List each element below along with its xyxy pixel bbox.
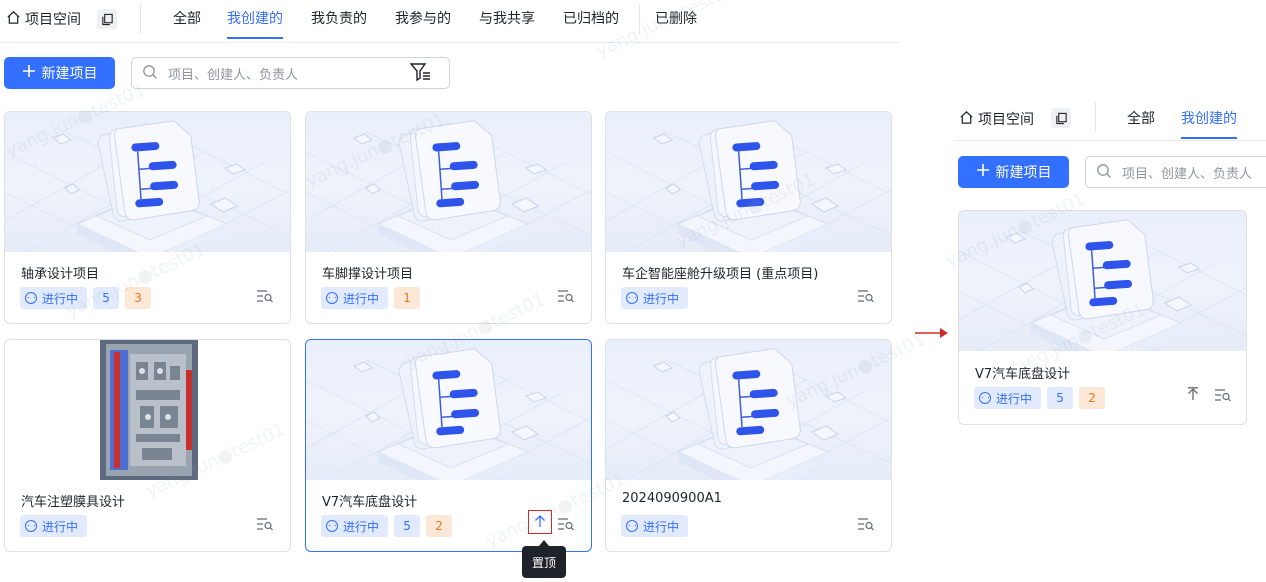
status-badge: 进行中 [20,287,88,309]
project-cover-image [606,112,891,252]
count-badge-orange: 3 [125,287,152,309]
status-label: 进行中 [42,519,79,534]
tab-my-created[interactable]: 我创建的 [227,8,283,39]
preview-project-card[interactable]: V7汽车底盘设计 进行中 5 2 [958,210,1247,425]
project-cover-image [959,211,1246,351]
count-badge-orange: 2 [426,515,453,537]
status-label: 进行中 [643,291,680,306]
preview-search-input[interactable]: 项目、创建人、负责人 [1085,156,1266,188]
pin-to-top-button[interactable] [528,510,552,534]
project-space-label: 项目空间 [25,12,81,28]
count-badge-orange: 1 [394,287,421,309]
preview-project-space-label: 项目空间 [978,112,1034,128]
project-title: 汽车注塑膜具设计 [21,495,126,510]
divider [1095,102,1096,132]
search-icon [1096,163,1112,183]
search-placeholder: 项目、创建人、负责人 [168,68,299,83]
search-input[interactable]: 项目、创建人、负责人 [131,57,450,89]
status-badge: 进行中 [974,387,1042,409]
count-badge-blue: 5 [394,515,421,537]
list-search-icon[interactable] [857,288,875,307]
tab-my-participated[interactable]: 我参与的 [395,8,451,37]
in-progress-icon [626,520,638,532]
project-cover-image [5,340,290,480]
status-label: 进行中 [42,291,79,306]
pinned-arrow-up-icon[interactable] [1187,386,1199,405]
list-search-icon[interactable] [256,516,274,535]
status-label: 进行中 [643,519,680,534]
project-cover-image [606,340,891,480]
tab-archived[interactable]: 已归档的 [563,8,619,37]
divider [140,4,141,34]
tab-shared-with-me[interactable]: 与我共享 [479,8,535,37]
project-title: 轴承设计项目 [21,267,100,282]
project-title: 车脚撑设计项目 [322,267,414,282]
home-icon [6,10,21,29]
plus-icon [22,64,36,82]
filter-icon[interactable] [409,62,432,86]
home-icon [959,110,974,129]
copy-icon[interactable] [1051,108,1071,128]
new-project-button[interactable]: 新建项目 [4,57,115,89]
list-search-icon[interactable] [557,516,575,535]
project-cover-image [306,340,591,480]
status-badge: 进行中 [321,287,389,309]
in-progress-icon [25,292,37,304]
project-card-selected[interactable]: V7汽车底盘设计 进行中 5 2 [305,339,592,552]
count-badge-orange: 2 [1079,387,1106,409]
list-search-icon[interactable] [256,288,274,307]
status-badge: 进行中 [621,287,689,309]
in-progress-icon [979,392,991,404]
tab-all[interactable]: 全部 [173,8,201,37]
divider [639,4,640,34]
status-label: 进行中 [343,519,380,534]
project-card[interactable]: 车企智能座舱升级项目 (重点项目) 进行中 [605,111,892,324]
project-title: V7汽车底盘设计 [975,367,1071,382]
new-project-label: 新建项目 [41,66,98,82]
in-progress-icon [326,292,338,304]
preview-search-placeholder: 项目、创建人、负责人 [1122,167,1253,182]
mold-image [100,340,198,480]
status-label: 进行中 [996,391,1033,406]
project-card[interactable]: 2024090900A1 进行中 [605,339,892,552]
preview-project-space-title[interactable]: 项目空间 [959,109,1034,129]
preview-new-project-label: 新建项目 [995,165,1052,181]
project-card[interactable]: 轴承设计项目 进行中 5 3 [4,111,291,324]
list-search-icon[interactable] [1214,387,1232,406]
top-nav: 项目空间 全部 我创建的 我负责的 我参与的 与我共享 已归档的 已删除 [0,0,900,43]
project-cover-image [5,112,290,252]
list-search-icon[interactable] [557,288,575,307]
project-space-title[interactable]: 项目空间 [6,9,81,29]
plus-icon [976,163,990,181]
preview-tab-my-created[interactable]: 我创建的 [1181,108,1237,139]
in-progress-icon [326,520,338,532]
project-title: 车企智能座舱升级项目 (重点项目) [622,267,819,282]
arrow-up-icon [534,513,546,532]
project-title: 2024090900A1 [622,491,722,506]
project-card[interactable]: 车脚撑设计项目 进行中 1 [305,111,592,324]
status-badge: 进行中 [621,515,689,537]
project-card[interactable]: 汽车注塑膜具设计 进行中 [4,339,291,552]
preview-tab-all[interactable]: 全部 [1127,108,1155,137]
in-progress-icon [626,292,638,304]
list-search-icon[interactable] [857,516,875,535]
status-badge: 进行中 [20,515,88,537]
in-progress-icon [25,520,37,532]
tab-deleted[interactable]: 已删除 [655,8,697,37]
count-badge-blue: 5 [1047,387,1074,409]
project-title: V7汽车底盘设计 [322,495,418,510]
search-icon [142,64,158,84]
status-label: 进行中 [343,291,380,306]
red-arrow-icon [914,325,950,344]
project-cover-image [306,112,591,252]
tab-my-responsible[interactable]: 我负责的 [311,8,367,37]
preview-new-project-button[interactable]: 新建项目 [958,156,1069,188]
status-badge: 进行中 [321,515,389,537]
pin-tooltip: 置顶 [522,540,566,578]
copy-icon[interactable] [97,9,117,29]
count-badge-blue: 5 [93,287,120,309]
